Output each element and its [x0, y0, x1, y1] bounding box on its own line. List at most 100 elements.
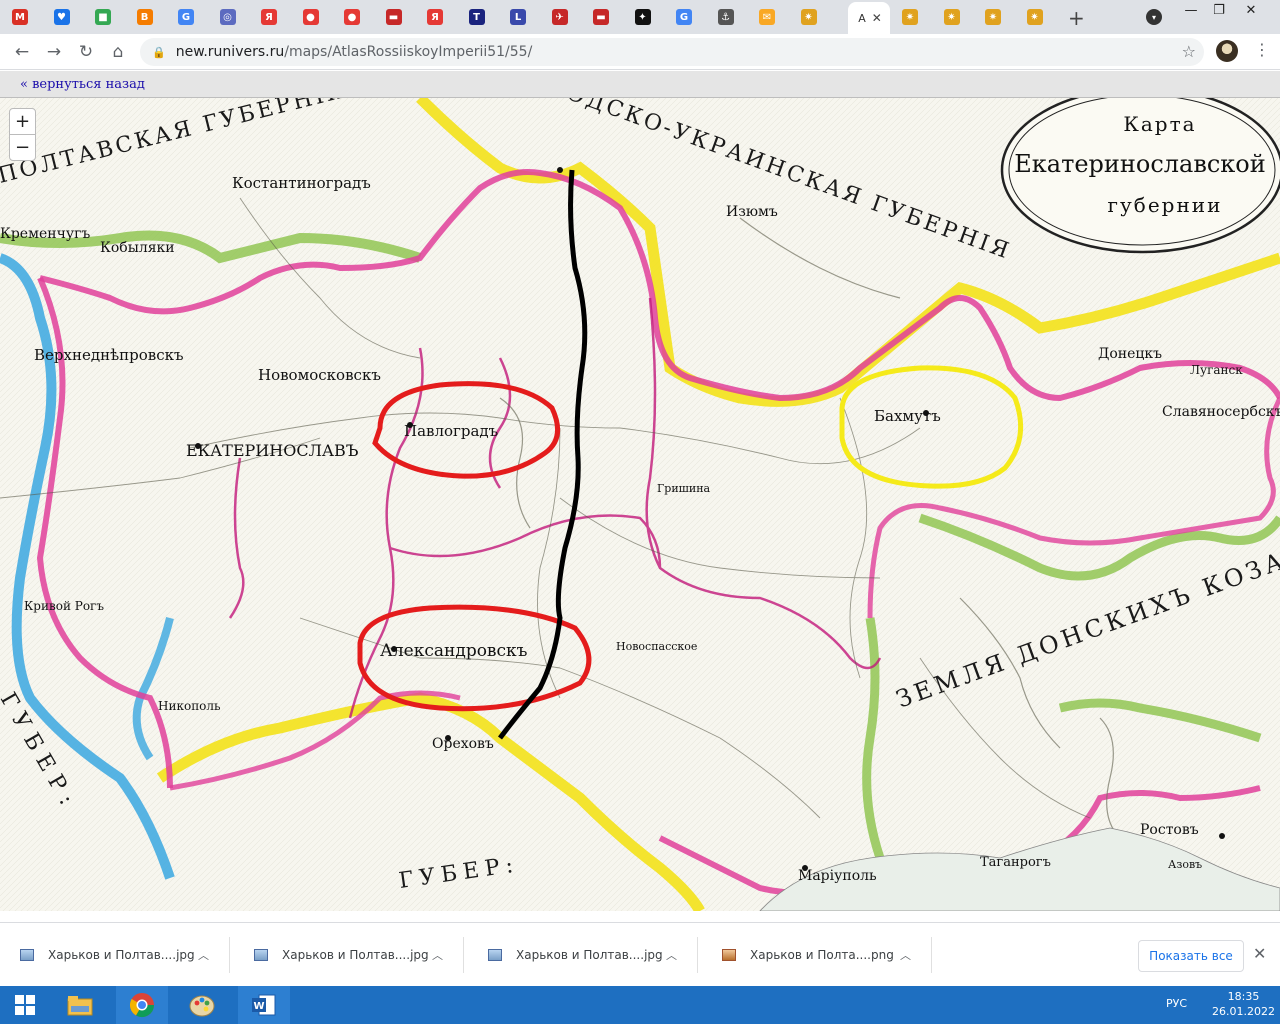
menu-dots-icon[interactable]: ⋮ — [1254, 40, 1270, 59]
tab-3[interactable]: ■ — [89, 4, 117, 30]
show-all-downloads-button[interactable]: Показать все — [1138, 940, 1244, 972]
start-button[interactable] — [0, 986, 50, 1024]
image-file-icon — [20, 949, 34, 961]
chrome-icon[interactable] — [116, 986, 168, 1024]
close-window-icon[interactable]: ✕ — [1236, 0, 1266, 20]
gmail-tab-favicon-icon: M — [12, 9, 28, 25]
lock-icon[interactable]: 🔒 — [152, 46, 166, 59]
town-kobylyaki: Кобыляки — [100, 240, 175, 256]
image-file-icon — [254, 949, 268, 961]
tab-6[interactable]: ◎ — [214, 4, 242, 30]
back-link[interactable]: « вернуться назад — [20, 77, 145, 92]
url-path: /maps/AtlasRossiiskoyImperii51/55/ — [284, 44, 533, 60]
forward-arrow-icon[interactable]: → — [44, 42, 64, 62]
blogger-tab[interactable]: B — [131, 4, 159, 30]
tab-2-favicon-icon: ♥ — [53, 9, 70, 25]
tab-12-favicon-icon: T — [468, 9, 485, 25]
mail-tab-favicon-icon: ✉ — [759, 9, 775, 25]
close-icon[interactable]: ✕ — [1253, 944, 1266, 963]
blogger-tab-favicon-icon: B — [136, 9, 153, 25]
cartouche-line-2: Екатеринославской — [1014, 150, 1266, 178]
file-explorer-icon[interactable] — [54, 986, 106, 1024]
svg-text:W: W — [253, 1001, 264, 1012]
tab-16[interactable]: ✦ — [629, 4, 657, 30]
minimize-icon[interactable]: — — [1176, 0, 1206, 20]
chevron-up-icon[interactable]: ︿ — [900, 947, 911, 963]
tab-12[interactable]: T — [463, 4, 491, 30]
tab-16-favicon-icon: ✦ — [634, 9, 651, 25]
bookmark-star-icon[interactable]: ☆ — [1182, 42, 1196, 61]
google-tab-2[interactable]: G — [670, 4, 698, 30]
mail-tab[interactable]: ✉ — [753, 4, 781, 30]
google-tab[interactable]: G — [172, 4, 200, 30]
town-kremenchug: Кременчугъ — [0, 226, 90, 242]
download-filename: Харьков и Полтав....jpg — [516, 948, 663, 962]
town-krivoy-rog: Кривой Рогъ — [24, 599, 104, 613]
maps-tab[interactable]: ● — [297, 4, 325, 30]
chevron-up-icon[interactable]: ︿ — [432, 947, 443, 963]
page-header: « вернуться назад — [0, 71, 1280, 98]
zoom-out-button[interactable]: − — [9, 134, 36, 161]
tab-18[interactable]: ⚓ — [712, 4, 740, 30]
download-item[interactable]: Харьков и Полтав....jpg ︿ — [234, 937, 464, 973]
word-icon[interactable]: W — [238, 986, 290, 1024]
town-ekaterinoslav: ЕКАТЕРИНОСЛАВЪ — [186, 441, 359, 460]
chevron-up-icon[interactable]: ︿ — [666, 947, 677, 963]
star-favicon-icon: ✷ — [985, 9, 1001, 25]
tab-active[interactable]: A ✕ — [848, 2, 890, 34]
clock-date: 26.01.2022 — [1212, 1005, 1275, 1018]
tab-2[interactable]: ♥ — [48, 4, 76, 30]
town-grishino: Гришина — [657, 482, 711, 495]
tab-10[interactable]: ▬ — [380, 4, 408, 30]
town-lugansk: Луганск — [1190, 363, 1243, 377]
map-viewport[interactable]: Карта Екатеринославской губернии ПОЛТАВС… — [0, 98, 1280, 911]
yandex-tab-2-favicon-icon: Я — [427, 9, 443, 25]
maps-tab-favicon-icon: ● — [302, 9, 319, 25]
download-item[interactable]: Харьков и Полта....png ︿ — [702, 937, 932, 973]
tab-20[interactable]: ✷ — [795, 4, 823, 30]
google-tab-2-favicon-icon: G — [676, 9, 692, 25]
new-tab-button[interactable]: + — [1068, 6, 1085, 30]
tab-trailing[interactable]: ✷ — [896, 4, 924, 30]
tab-15[interactable]: ▬ — [587, 4, 615, 30]
download-item[interactable]: Харьков и Полтав....jpg ︿ — [468, 937, 698, 973]
tray-clock[interactable]: 18:35 26.01.2022 — [1212, 989, 1275, 1019]
home-icon[interactable]: ⌂ — [108, 42, 128, 62]
input-language[interactable]: РУС — [1166, 997, 1187, 1010]
image-file-icon — [488, 949, 502, 961]
google-tab-favicon-icon: G — [178, 9, 194, 25]
maps-tab-2[interactable]: ● — [338, 4, 366, 30]
reload-icon[interactable]: ↻ — [76, 42, 96, 62]
tab-20-favicon-icon: ✷ — [800, 9, 817, 25]
paint-icon[interactable] — [176, 986, 228, 1024]
town-kostantinograd: Костантиноградъ — [232, 174, 371, 192]
restore-icon[interactable]: ❐ — [1204, 0, 1234, 20]
tab-6-favicon-icon: ◎ — [219, 9, 236, 25]
town-rostov: Ростовъ — [1140, 822, 1199, 838]
back-arrow-icon[interactable]: ← — [12, 42, 32, 62]
tab-trailing[interactable]: ✷ — [979, 4, 1007, 30]
maps-tab-2-favicon-icon: ● — [344, 9, 360, 25]
town-pavlograd: Павлоградъ — [404, 422, 498, 440]
close-tab-icon[interactable]: ✕ — [872, 11, 882, 25]
town-novomoskovsk: Новомосковскъ — [258, 366, 381, 384]
tab-trailing[interactable]: ✷ — [938, 4, 966, 30]
yandex-tab[interactable]: Я — [255, 4, 283, 30]
address-bar[interactable]: 🔒 new.runivers.ru/maps/AtlasRossiiskoyIm… — [140, 38, 1204, 66]
tab-10-favicon-icon: ▬ — [385, 9, 402, 25]
historical-map: Карта Екатеринославской губернии ПОЛТАВС… — [0, 98, 1280, 911]
zoom-in-button[interactable]: + — [9, 108, 36, 135]
chevron-up-icon[interactable]: ︿ — [198, 947, 209, 963]
tab-trailing[interactable]: ✷ — [1021, 4, 1049, 30]
star-favicon-icon: ✷ — [1026, 9, 1043, 25]
tab-13[interactable]: L — [504, 4, 532, 30]
tab-14[interactable]: ✈ — [546, 4, 574, 30]
download-item[interactable]: Харьков и Полтав....jpg ︿ — [0, 937, 230, 973]
browser-toolbar: ← → ↻ ⌂ 🔒 new.runivers.ru/maps/AtlasRoss… — [0, 34, 1280, 70]
tab-search-icon[interactable]: ▾ — [1146, 9, 1162, 25]
yandex-tab-2[interactable]: Я — [421, 4, 449, 30]
tab-18-favicon-icon: ⚓ — [717, 9, 734, 25]
gmail-tab[interactable]: M — [6, 4, 34, 30]
download-filename: Харьков и Полта....png — [750, 948, 894, 962]
profile-avatar[interactable] — [1216, 40, 1238, 62]
